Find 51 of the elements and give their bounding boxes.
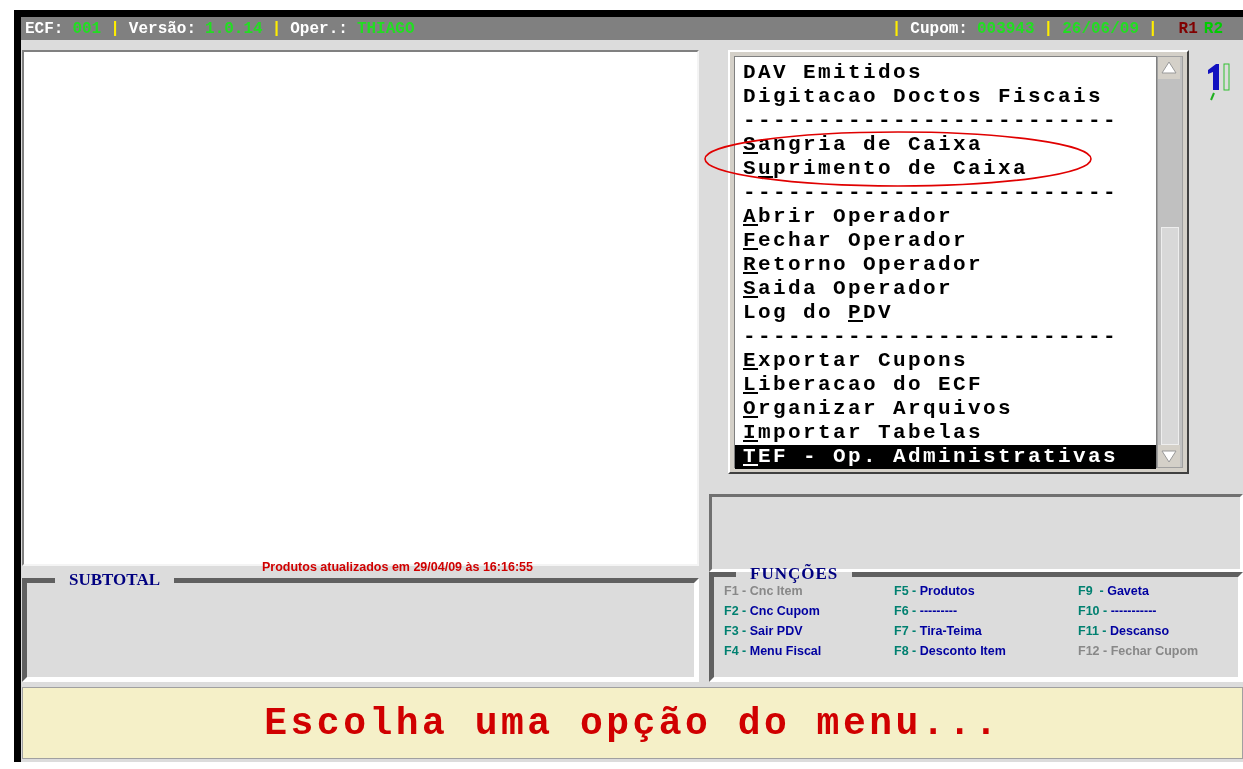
scrollbar[interactable]: [1157, 56, 1183, 468]
menu-item[interactable]: Retorno Operador: [735, 253, 1156, 277]
menu-item[interactable]: Exportar Cupons: [735, 349, 1156, 373]
menu-item[interactable]: DAV Emitidos: [735, 61, 1156, 85]
message-bar: Escolha uma opção do menu...: [22, 687, 1243, 759]
menu-item[interactable]: Liberacao do ECF: [735, 373, 1156, 397]
scroll-up-icon[interactable]: [1158, 57, 1180, 79]
function-key-item: F1 - Cnc Item: [724, 584, 804, 600]
function-key-item: F6 - ---------: [894, 604, 959, 620]
header-value: 001: [72, 19, 102, 38]
header-divider: |: [1148, 19, 1158, 38]
header-label: Versão:: [128, 19, 197, 38]
menu-item[interactable]: Abrir Operador: [735, 205, 1156, 229]
function-key-item: F4 - Menu Fiscal: [724, 644, 823, 660]
menu-separator: -------------------------: [743, 181, 1119, 204]
header-divider: |: [110, 19, 120, 38]
functions-title: FUNÇÕES: [749, 564, 840, 584]
menu-item[interactable]: O rganizar Arquivos: [735, 397, 1156, 421]
function-key-item: F11 - Descanso: [1078, 624, 1171, 640]
menu-item[interactable]: Su primento de Caixa: [735, 157, 1156, 181]
header-label: Oper.:: [290, 19, 348, 38]
menu-item[interactable]: Log do PDV: [735, 301, 1156, 325]
header-label: Cupom:: [910, 19, 968, 38]
scroll-down-icon[interactable]: [1158, 445, 1180, 467]
function-key-item: F3 - Sair PDV: [724, 624, 804, 640]
subtotal-title: SUBTOTAL: [68, 570, 162, 590]
function-key-item: F5 - Produtos: [894, 584, 976, 600]
header-value: 26/06/09: [1062, 19, 1139, 38]
update-notice: Produtos atualizados em 29/04/09 às 16:16:55: [262, 560, 534, 574]
header-value: 1.0.14: [205, 19, 263, 38]
menu-separator: -------------------------: [743, 109, 1119, 132]
menu-item[interactable]: TEF - Op. Administrativas: [735, 445, 1156, 469]
menu-separator: -------------------------: [743, 325, 1119, 348]
function-key-item: F2 - Cnc Cupom: [724, 604, 821, 620]
indicator-text: R2: [1203, 19, 1223, 38]
header-divider: |: [271, 19, 282, 38]
function-key-item: F9 - Gaveta: [1078, 584, 1150, 600]
header-value: 003943: [976, 19, 1035, 38]
function-key-item: F12 - Fechar Cupom: [1078, 644, 1200, 660]
header-divider: |: [891, 19, 902, 38]
menu-item[interactable]: Fechar Operador: [735, 229, 1156, 253]
indicator-text: R1: [1178, 19, 1198, 38]
menu-item[interactable]: Importar Tabelas: [735, 421, 1156, 445]
menu-item[interactable]: Saida Operador: [735, 277, 1156, 301]
function-key-item: F8 - Desconto Item: [894, 644, 1007, 660]
function-key-item: F10 - -----------: [1078, 604, 1158, 620]
menu-item[interactable]: Digitacao Doctos Fiscais: [735, 85, 1156, 109]
header-value: THIAGO: [356, 19, 415, 38]
header-label: ECF:: [25, 19, 64, 38]
header-divider: |: [1043, 19, 1054, 38]
function-key-item: F7 - Tira-Teima: [894, 624, 983, 640]
